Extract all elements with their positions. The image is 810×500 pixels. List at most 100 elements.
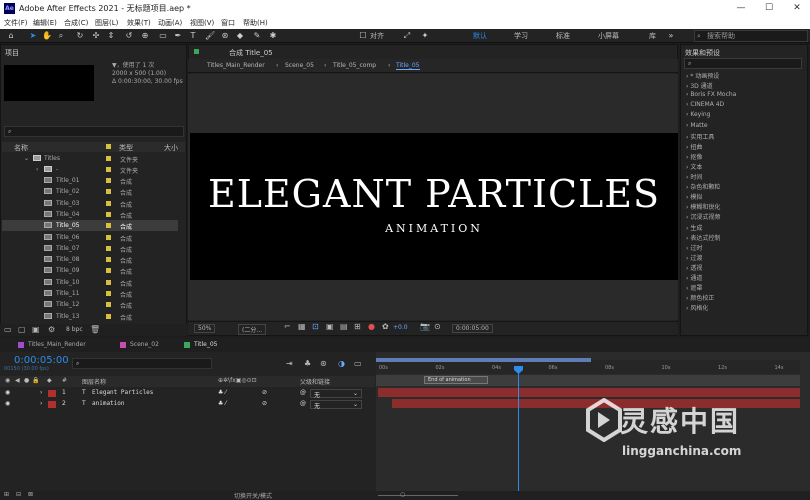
playhead[interactable] bbox=[518, 366, 519, 492]
search-help-input[interactable]: ⌕ 搜索帮助 bbox=[694, 30, 808, 42]
menu-file[interactable]: 文件(F) bbox=[4, 18, 28, 28]
audio-icon[interactable]: ◀ bbox=[15, 377, 20, 384]
rectangle-tool-icon[interactable]: ▭ bbox=[158, 31, 168, 41]
pick-whip-icon[interactable]: @ bbox=[300, 389, 306, 396]
list-item[interactable]: Title_02 合成 bbox=[2, 186, 178, 197]
selection-tool-icon[interactable]: ➤ bbox=[28, 31, 38, 41]
effects-category[interactable]: › 表达式控制 bbox=[686, 233, 720, 242]
list-item[interactable]: Title_05 合成 bbox=[2, 220, 178, 232]
effects-category[interactable]: › * 动画预设 bbox=[686, 71, 719, 80]
effects-category[interactable]: › 抠像 bbox=[686, 152, 702, 161]
orbit-tool-icon[interactable]: ↻ bbox=[75, 31, 85, 41]
work-area-bar[interactable] bbox=[376, 358, 591, 362]
workspace-small-screen[interactable]: 小屏幕 bbox=[598, 31, 619, 41]
exposure-icon[interactable]: ✿ bbox=[382, 322, 389, 331]
tab-title-05[interactable]: Title_05 bbox=[184, 341, 218, 348]
list-item[interactable]: Title_06 合成 bbox=[2, 232, 178, 243]
workspace-library[interactable]: 库 bbox=[649, 31, 656, 41]
list-item[interactable]: Title_03 合成 bbox=[2, 198, 178, 209]
breadcrumb-item[interactable]: Scene_05 bbox=[285, 62, 314, 69]
list-item-folder-titles[interactable]: ⌄ Titles 文件夹 bbox=[2, 153, 178, 164]
list-item[interactable]: Title_11 合成 bbox=[2, 288, 178, 299]
workspace-more-icon[interactable]: » bbox=[666, 31, 676, 41]
composition-panel-title[interactable]: 合成 Title_05 bbox=[229, 48, 273, 58]
project-search-input[interactable]: ⌕ bbox=[4, 126, 184, 137]
timing-toggle-icon[interactable]: ⊠ bbox=[28, 491, 33, 498]
list-item[interactable]: Title_10 合成 bbox=[2, 277, 178, 288]
hand-tool-icon[interactable]: ✋ bbox=[42, 31, 52, 41]
layer-name[interactable]: Elegant Particles bbox=[92, 389, 153, 396]
tab-titles-main-render[interactable]: Titles_Main_Render bbox=[18, 341, 86, 348]
workspace-default[interactable]: 默认 bbox=[473, 31, 487, 41]
dolly-tool-icon[interactable]: ⇕ bbox=[106, 31, 116, 41]
workspace-standard[interactable]: 标准 bbox=[556, 31, 570, 41]
channel-icon[interactable]: ⊞ bbox=[354, 322, 361, 331]
effects-category[interactable]: › Keying bbox=[686, 111, 710, 118]
menu-composition[interactable]: 合成(C) bbox=[64, 18, 88, 28]
clone-stamp-tool-icon[interactable]: ⊛ bbox=[220, 31, 230, 41]
eye-icon[interactable]: ◉ bbox=[5, 400, 10, 407]
zoom-tool-icon[interactable]: ⌕ bbox=[56, 31, 66, 41]
menu-animation[interactable]: 动画(A) bbox=[158, 18, 182, 28]
chevron-down-icon[interactable]: ⌄ bbox=[24, 155, 29, 162]
snap-icon[interactable]: ⤢ bbox=[402, 31, 412, 41]
eraser-tool-icon[interactable]: ◆ bbox=[235, 31, 245, 41]
effects-category[interactable]: › 过时 bbox=[686, 243, 702, 252]
effects-category[interactable]: › 通道 bbox=[686, 273, 702, 282]
breadcrumb-item[interactable]: Titles_Main_Render bbox=[207, 62, 265, 69]
layer-switches[interactable]: ♣ ⁄ bbox=[218, 389, 226, 396]
solo-icon[interactable]: ● bbox=[24, 377, 29, 384]
menu-edit[interactable]: 编辑(E) bbox=[33, 18, 57, 28]
eye-icon[interactable]: ◉ bbox=[5, 377, 10, 384]
workspace-learn[interactable]: 学习 bbox=[514, 31, 528, 41]
transparency-grid-icon[interactable]: ▦ bbox=[298, 322, 306, 331]
subtitle-text-layer[interactable]: ANIMATION bbox=[190, 222, 678, 235]
rotate-tool-icon[interactable]: ↺ bbox=[124, 31, 134, 41]
effects-category[interactable]: › CINEMA 4D bbox=[686, 101, 724, 108]
eye-icon[interactable]: ◉ bbox=[5, 389, 10, 396]
bpc-label[interactable]: 8 bpc bbox=[66, 326, 83, 333]
resolution-select[interactable]: (二分... bbox=[238, 324, 267, 335]
menu-view[interactable]: 视图(V) bbox=[190, 18, 214, 28]
layer-switches[interactable]: ♣ ⁄ bbox=[218, 400, 226, 407]
effects-category[interactable]: › 3D 通道 bbox=[686, 81, 713, 90]
label-swatch[interactable] bbox=[48, 390, 56, 397]
label-column-icon[interactable] bbox=[106, 144, 111, 149]
interpret-footage-icon[interactable]: ▭ bbox=[4, 325, 12, 334]
current-time-display[interactable]: 0:00:05:00 bbox=[452, 324, 493, 333]
graph-editor-icon[interactable]: ▭ bbox=[354, 359, 362, 368]
close-icon[interactable]: ✕ bbox=[790, 2, 804, 15]
comp-marker[interactable]: End of animation bbox=[424, 376, 488, 384]
effects-category[interactable]: › 遮罩 bbox=[686, 283, 702, 292]
tab-scene-02[interactable]: Scene_02 bbox=[120, 341, 159, 348]
column-name[interactable]: 名称 bbox=[14, 143, 28, 153]
type-tool-icon[interactable]: T bbox=[188, 31, 198, 41]
column-size[interactable]: 大小 bbox=[164, 143, 178, 153]
effects-category[interactable]: › 时间 bbox=[686, 172, 702, 181]
effects-category[interactable]: › 杂色和颗粒 bbox=[686, 182, 720, 191]
exposure-value[interactable]: +0.0 bbox=[393, 324, 408, 331]
effects-category[interactable]: › Boris FX Mocha bbox=[686, 91, 736, 98]
guides-icon[interactable]: ▤ bbox=[340, 322, 348, 331]
minimize-icon[interactable]: — bbox=[734, 2, 748, 15]
motion-blur-switch-icon[interactable]: ⊘ bbox=[262, 389, 267, 396]
motion-blur-switch-icon[interactable]: ⊘ bbox=[262, 400, 267, 407]
settings-icon[interactable]: ⚙ bbox=[48, 325, 55, 334]
label-swatch[interactable] bbox=[48, 401, 56, 408]
effects-category[interactable]: › 模拟 bbox=[686, 192, 702, 201]
draft-3d-icon[interactable]: ♣ bbox=[304, 359, 311, 368]
title-text-layer[interactable]: ELEGANT PARTICLES bbox=[190, 172, 678, 216]
menu-layer[interactable]: 图层(L) bbox=[95, 18, 118, 28]
toggle-switches-modes[interactable]: 切换开关/模式 bbox=[234, 491, 272, 500]
column-layer-name[interactable]: 图层名称 bbox=[82, 377, 106, 386]
parent-select[interactable]: 无 ⌄ bbox=[310, 400, 362, 410]
frame-blending-icon[interactable]: ◑ bbox=[338, 359, 345, 368]
region-of-interest-icon[interactable]: ⊡ bbox=[312, 322, 319, 331]
breadcrumb-current[interactable]: Title_05 bbox=[396, 62, 420, 70]
effects-category[interactable]: › 风格化 bbox=[686, 303, 708, 312]
zoom-slider-track[interactable] bbox=[378, 495, 458, 496]
chevron-right-icon[interactable]: › bbox=[36, 166, 38, 173]
color-channels-icon[interactable]: ● bbox=[368, 322, 375, 331]
table-row[interactable]: ◉ › 2 Tanimation ♣ ⁄ ⊘ @ 无 ⌄ bbox=[0, 399, 375, 410]
chevron-right-icon[interactable]: › bbox=[40, 389, 42, 396]
